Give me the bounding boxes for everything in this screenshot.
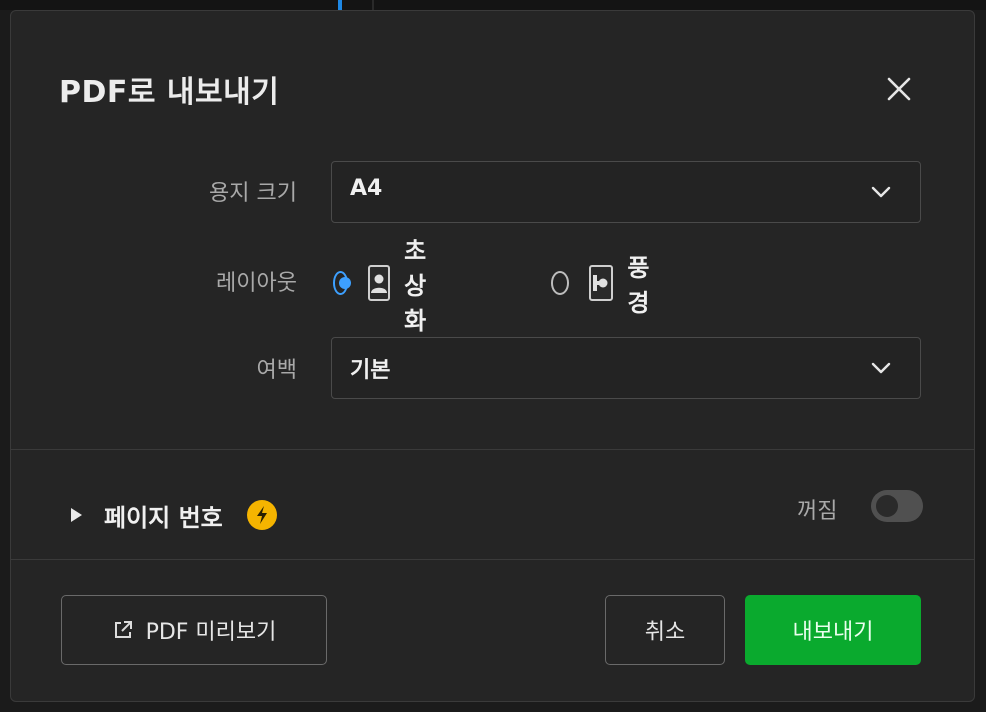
margin-label: 여백	[256, 358, 297, 383]
export-button[interactable]: 내보내기	[745, 595, 921, 665]
paper-size-value: A4	[350, 176, 383, 201]
section-divider	[11, 449, 974, 450]
layout-option-landscape[interactable]: 풍경	[551, 254, 659, 317]
toggle-knob	[876, 495, 898, 517]
portrait-radio[interactable]	[333, 271, 352, 295]
dialog-title: PDF로 내보내기	[59, 75, 280, 110]
background-accent-bar	[338, 0, 342, 10]
expand-triangle-icon	[71, 508, 82, 522]
portrait-label: 초상화	[404, 236, 427, 335]
cancel-button[interactable]: 취소	[605, 595, 725, 665]
cancel-label: 취소	[644, 620, 686, 645]
lightning-icon	[246, 500, 277, 530]
page-number-toggle-label: 꺼짐	[797, 499, 838, 524]
page-number-title: 페이지 번호	[104, 503, 223, 532]
chevron-down-icon	[871, 362, 891, 374]
margin-select[interactable]: 기본	[331, 337, 921, 399]
layout-option-portrait[interactable]: 초상화	[333, 237, 441, 335]
background-separator	[372, 0, 374, 10]
export-label: 내보내기	[792, 620, 874, 645]
landscape-icon	[589, 265, 614, 301]
background-toolbar	[0, 0, 986, 10]
footer-divider	[11, 559, 974, 560]
close-icon	[887, 77, 911, 101]
chevron-down-icon	[871, 186, 891, 198]
external-link-icon	[112, 619, 134, 641]
page-number-toggle[interactable]	[871, 490, 923, 522]
margin-value: 기본	[350, 358, 391, 383]
paper-size-select[interactable]: A4	[331, 161, 921, 223]
export-pdf-dialog: PDF로 내보내기 용지 크기 A4 레이아웃 초상화 풍경 여백 기본 페이지…	[10, 10, 975, 702]
portrait-icon	[368, 265, 391, 301]
close-button[interactable]	[877, 67, 921, 111]
page-number-expander[interactable]: 페이지 번호	[71, 489, 277, 541]
pdf-preview-label: PDF 미리보기	[145, 620, 277, 645]
paper-size-label: 용지 크기	[209, 181, 297, 206]
pdf-preview-button[interactable]: PDF 미리보기	[61, 595, 327, 665]
landscape-radio[interactable]	[551, 271, 570, 295]
layout-label: 레이아웃	[216, 271, 297, 296]
landscape-label: 풍경	[627, 254, 650, 317]
